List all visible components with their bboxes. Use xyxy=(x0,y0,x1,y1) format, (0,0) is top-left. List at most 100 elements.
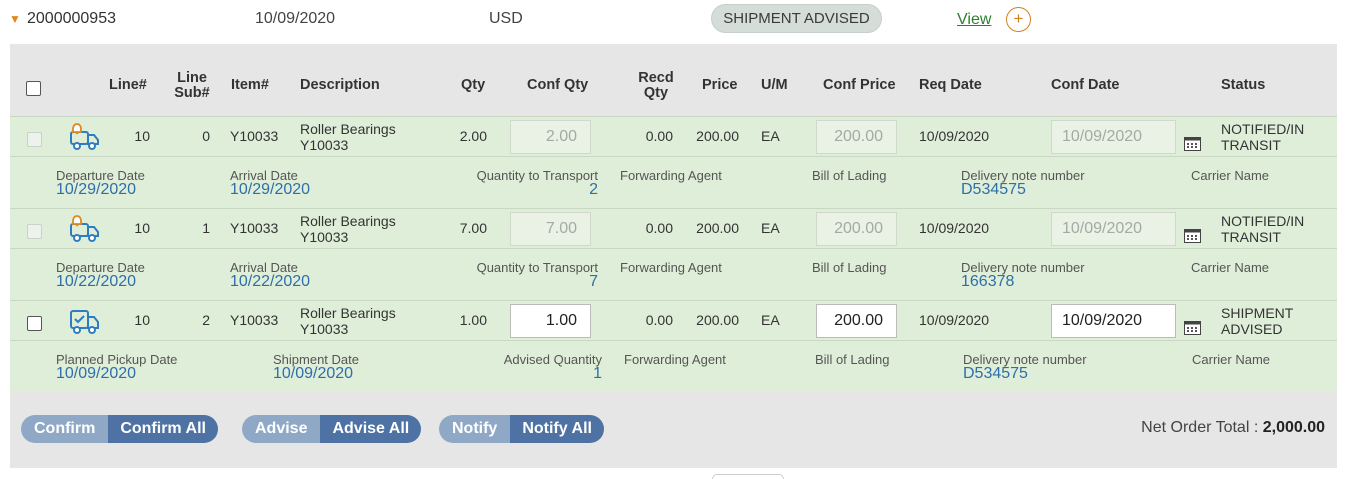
order-number: 2000000953 xyxy=(27,10,116,27)
qty-value: 1.00 xyxy=(459,312,487,328)
net-order-total-label: Net Order Total : xyxy=(1141,419,1259,436)
conf-price-input[interactable]: 200.00 xyxy=(816,120,897,154)
col-conf-date: Conf Date xyxy=(1051,77,1120,93)
row-checkbox[interactable] xyxy=(27,132,42,147)
order-lines-panel: Line# Line Sub# Item# Description Qty Co… xyxy=(10,44,1337,468)
line-status: NOTIFIED/IN TRANSIT xyxy=(1221,213,1304,245)
truck-notified-icon xyxy=(70,215,99,242)
confirm-button-group: Confirm Confirm All xyxy=(21,415,218,443)
row-checkbox[interactable] xyxy=(27,224,42,239)
shipment-detail-row: Planned Pickup Date 10/09/2020 Shipment … xyxy=(10,340,1337,391)
col-line-sub: Line Sub# xyxy=(173,71,211,101)
calendar-icon[interactable] xyxy=(1184,228,1201,243)
qty-value: 2.00 xyxy=(459,128,487,144)
departure-date-value: 10/22/2020 xyxy=(56,273,137,290)
item-description: Roller Bearings Y10033 xyxy=(300,305,396,337)
conf-price-input[interactable]: 200.00 xyxy=(816,304,897,338)
delivery-note-value: 166378 xyxy=(961,273,1015,290)
price-value: 200.00 xyxy=(696,220,739,236)
um-value: EA xyxy=(761,128,780,144)
select-all-checkbox[interactable] xyxy=(26,81,41,96)
um-value: EA xyxy=(761,220,780,236)
price-value: 200.00 xyxy=(696,312,739,328)
line-number: 10 xyxy=(134,312,150,328)
confirm-all-button[interactable]: Confirm All xyxy=(108,415,218,443)
notify-button[interactable]: Notify xyxy=(439,415,511,443)
conf-qty-input[interactable]: 1.00 xyxy=(510,304,591,338)
view-link[interactable]: View xyxy=(957,11,991,29)
conf-price-input[interactable]: 200.00 xyxy=(816,212,897,246)
req-date-value: 10/09/2020 xyxy=(919,312,990,328)
forwarding-agent-label: Forwarding Agent xyxy=(620,168,722,183)
line-sub-number: 0 xyxy=(202,128,210,144)
item-number: Y10033 xyxy=(230,220,279,236)
collapse-caret-icon[interactable]: ▼ xyxy=(9,12,21,26)
order-date: 10/09/2020 xyxy=(255,10,336,27)
carrier-name-label: Carrier Name xyxy=(1192,352,1271,367)
truck-notified-icon xyxy=(70,123,99,150)
table-row: 10 2 Y10033 Roller Bearings Y10033 1.00 … xyxy=(10,300,1337,340)
conf-date-input[interactable]: 10/09/2020 xyxy=(1051,212,1176,246)
order-header: ▼ 2000000953 10/09/2020 USD SHIPMENT ADV… xyxy=(0,0,1349,44)
item-description: Roller Bearings Y10033 xyxy=(300,213,396,245)
calendar-icon[interactable] xyxy=(1184,320,1201,335)
calendar-icon[interactable] xyxy=(1184,136,1201,151)
conf-qty-input[interactable]: 7.00 xyxy=(510,212,591,246)
conf-date-input[interactable]: 10/09/2020 xyxy=(1051,304,1176,338)
col-line-sub-bottom: Sub# xyxy=(174,85,210,101)
notify-all-button[interactable]: Notify All xyxy=(510,415,604,443)
recd-qty-value: 0.00 xyxy=(645,128,673,144)
description-line-2: Y10033 xyxy=(300,321,349,337)
col-req-date: Req Date xyxy=(919,77,982,93)
line-sub-number: 1 xyxy=(202,220,210,236)
confirm-button[interactable]: Confirm xyxy=(21,415,109,443)
recd-qty-value: 0.00 xyxy=(645,312,673,328)
arrival-date-value: 10/29/2020 xyxy=(230,181,311,198)
col-line-sub-top: Line xyxy=(177,70,207,86)
line-status: NOTIFIED/IN TRANSIT xyxy=(1221,121,1304,153)
forwarding-agent-label: Forwarding Agent xyxy=(620,260,722,275)
col-line: Line# xyxy=(109,77,147,93)
status-line-2: TRANSIT xyxy=(1221,229,1281,245)
conf-qty-input[interactable]: 2.00 xyxy=(510,120,591,154)
col-recd-qty: Recd Qty xyxy=(634,71,678,101)
col-qty: Qty xyxy=(461,77,486,93)
advise-all-button[interactable]: Advise All xyxy=(320,415,422,443)
truck-advised-icon xyxy=(70,310,99,334)
line-status: SHIPMENT ADVISED xyxy=(1221,305,1293,337)
carrier-name-label: Carrier Name xyxy=(1191,168,1270,183)
shipment-detail-row: Departure Date 10/29/2020 Arrival Date 1… xyxy=(10,156,1337,208)
status-line-1: NOTIFIED/IN xyxy=(1221,121,1305,137)
col-um: U/M xyxy=(761,77,788,93)
advise-button[interactable]: Advise xyxy=(242,415,321,443)
table-row: 10 1 Y10033 Roller Bearings Y10033 7.00 … xyxy=(10,208,1337,248)
line-number: 10 xyxy=(134,220,150,236)
description-line-1: Roller Bearings xyxy=(300,121,396,137)
col-recd-qty-bottom: Qty xyxy=(643,85,669,101)
item-description: Roller Bearings Y10033 xyxy=(300,121,396,153)
qty-value: 7.00 xyxy=(459,220,487,236)
item-number: Y10033 xyxy=(230,312,279,328)
conf-date-input[interactable]: 10/09/2020 xyxy=(1051,120,1176,154)
quantity-to-transport-value: 7 xyxy=(589,273,598,290)
col-description: Description xyxy=(300,77,380,93)
add-icon[interactable]: + xyxy=(1006,7,1031,32)
status-line-2: ADVISED xyxy=(1221,321,1283,337)
recd-qty-value: 0.00 xyxy=(645,220,673,236)
bill-of-lading-label: Bill of Lading xyxy=(815,352,890,367)
quantity-to-transport-value: 2 xyxy=(589,181,598,198)
status-line-1: SHIPMENT xyxy=(1221,305,1294,321)
line-number: 10 xyxy=(134,128,150,144)
status-line-1: NOTIFIED/IN xyxy=(1221,213,1305,229)
price-value: 200.00 xyxy=(696,128,739,144)
notify-button-group: Notify Notify All xyxy=(439,415,604,443)
shipment-detail-row: Departure Date 10/22/2020 Arrival Date 1… xyxy=(10,248,1337,300)
advise-button-group: Advise Advise All xyxy=(242,415,422,443)
forwarding-agent-label: Forwarding Agent xyxy=(624,352,726,367)
line-sub-number: 2 xyxy=(202,312,210,328)
col-conf-qty: Conf Qty xyxy=(527,77,589,93)
row-checkbox[interactable] xyxy=(27,316,42,331)
col-price: Price xyxy=(702,77,738,93)
carrier-name-label: Carrier Name xyxy=(1191,260,1270,275)
delivery-note-value: D534575 xyxy=(963,365,1028,382)
